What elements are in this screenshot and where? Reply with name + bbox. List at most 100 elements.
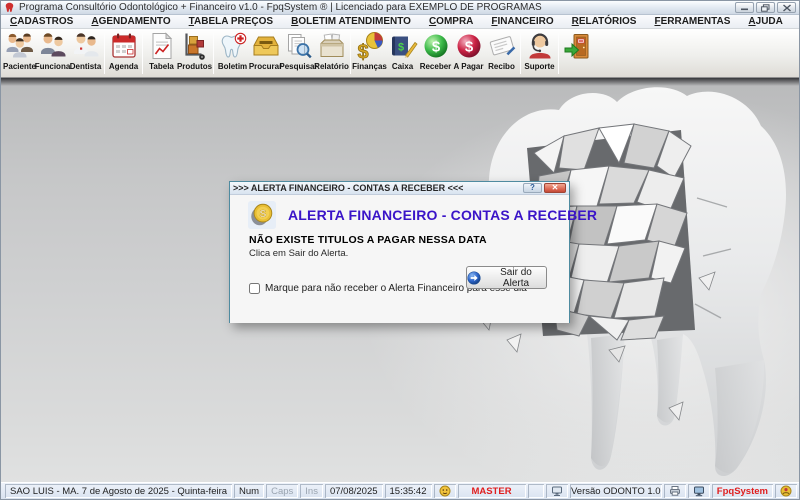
menu-agendamento[interactable]: AGENDAMENTO [82,15,179,28]
toolbar-button-produtos[interactable]: Produtos [178,30,211,77]
toolbar-button-dentista[interactable]: Dentista [69,30,102,77]
toolbar-button-receber[interactable]: $ Receber [419,30,452,77]
price-table-icon [147,31,177,61]
status-time: 15:35:42 [385,484,432,498]
status-caps-lock: Caps [266,484,298,498]
status-cell [688,484,710,498]
toolbar-button-procurar[interactable]: Procurar [249,30,282,77]
toolbar-label: Funciona [35,62,71,71]
minimize-button[interactable] [735,2,754,13]
toolbar-button-pesquisar[interactable]: Pesquisar [282,30,315,77]
app-logo-icon [4,2,15,13]
alert-dialog: >>> ALERTA FINANCEIRO - CONTAS A RECEBER… [229,181,570,323]
toolbar-label: Produtos [177,62,212,71]
restore-button[interactable] [756,2,775,13]
toolbar-label: Procurar [249,62,282,71]
dialog-help-button[interactable]: ? [523,183,542,193]
toolbar-label: Tabela [149,62,174,71]
status-cell [664,484,686,498]
toolbar-label: Boletim [218,62,247,71]
status-spacer [528,484,544,498]
status-date: 07/08/2025 [325,484,383,498]
toolbar-label: Dentista [70,62,102,71]
alert-heading: ALERTA FINANCEIRO - CONTAS A RECEBER [288,207,597,223]
dialog-close-button[interactable]: ✕ [544,183,566,193]
menu-relatorios[interactable]: RELATÓRIOS [563,15,646,28]
toolbar-label: Relatório [314,62,349,71]
menu-financeiro[interactable]: FINANCEIRO [482,15,562,28]
toolbar-label: Finanças [352,62,387,71]
suppress-alert-checkbox[interactable] [249,283,260,294]
toolbar-separator [104,33,105,74]
toolbar-separator [520,33,521,74]
calendar-icon [109,31,139,61]
toolbar-separator [558,33,559,74]
toolbar-separator [213,33,214,74]
folder-tray-icon [251,31,281,61]
products-trolley-icon [180,31,210,61]
toolbar-button-funciona[interactable]: Funciona [36,30,69,77]
toolbar-button-a-pagar[interactable]: $ A Pagar [452,30,485,77]
toolbar-button-caixa[interactable]: $ Caixa [386,30,419,77]
toolbar-button-agenda[interactable]: Agenda [107,30,140,77]
menu-tabela-precos[interactable]: TABELA PREÇOS [180,15,282,28]
status-num-lock: Num [234,484,264,498]
svg-text:S: S [260,209,267,220]
window-title: Programa Consultório Odontológico + Fina… [19,1,733,14]
svg-text:$: $ [431,39,440,56]
finance-pie-icon: $ [355,31,385,61]
titlebar: Programa Consultório Odontológico + Fina… [1,1,799,15]
menu-ajuda[interactable]: AJUDA [739,15,791,28]
toolbar-button-financas[interactable]: $ Finanças [353,30,386,77]
toolbar-label: Agenda [109,62,138,71]
menu-cadastros[interactable]: CADASTROS [1,15,82,28]
cashbook-icon: $ [388,31,418,61]
toolbar-button-boletim[interactable]: Boletim [216,30,249,77]
sair-do-alerta-button[interactable]: Sair do Alerta [466,266,547,289]
toolbar-button-exit[interactable] [561,30,594,77]
status-cell [434,484,456,498]
status-cell [546,484,568,498]
close-button[interactable] [777,2,796,13]
toolbar-label: Suporte [524,62,554,71]
status-cell [775,484,797,498]
report-box-icon [317,31,347,61]
toolbar: Paciente Funciona Dentista [1,29,799,78]
blue-arrow-icon [467,271,481,285]
tooth-cross-icon [218,31,248,61]
pay-red-dollar-icon: $ [454,31,484,61]
alert-hint: Clica em Sair do Alerta. [249,248,348,259]
menu-ferramentas[interactable]: FERRAMENTAS [645,15,739,28]
dentists-icon [71,31,101,61]
status-location-date: SAO LUIS - MA. 7 de Agosto de 2025 - Qui… [5,484,232,498]
alert-dialog-titlebar[interactable]: >>> ALERTA FINANCEIRO - CONTAS A RECEBER… [230,182,569,195]
sair-do-alerta-label: Sair do Alerta [486,267,546,289]
search-pages-icon [284,31,314,61]
status-bar: SAO LUIS - MA. 7 de Agosto de 2025 - Qui… [1,482,799,499]
status-brand: FpqSystem [712,484,773,498]
toolbar-button-paciente[interactable]: Paciente [3,30,36,77]
toolbar-label: Recibo [488,62,515,71]
printer-icon [669,485,681,497]
toolbar-button-tabela[interactable]: Tabela [145,30,178,77]
support-headset-icon [525,31,555,61]
svg-text:$: $ [397,42,403,54]
status-insert: Ins [300,484,323,498]
staff-icon [38,31,68,61]
toolbar-separator [142,33,143,74]
menu-compra[interactable]: COMPRA [420,15,482,28]
alert-dialog-body: S ALERTA FINANCEIRO - CONTAS A RECEBER N… [230,195,569,323]
toolbar-button-suporte[interactable]: Suporte [523,30,556,77]
app-window: Programa Consultório Odontológico + Fina… [0,0,800,500]
receipt-icon [487,31,517,61]
svg-text:$: $ [464,39,473,56]
monitor-icon [693,485,705,497]
menu-boletim-atendimento[interactable]: BOLETIM ATENDIMENTO [282,15,420,28]
toolbar-separator [350,33,351,74]
toolbar-button-recibo[interactable]: Recibo [485,30,518,77]
gold-coin-icon: S [248,201,276,229]
toolbar-button-relatorio[interactable]: Relatório [315,30,348,77]
workspace-background: >>> ALERTA FINANCEIRO - CONTAS A RECEBER… [1,78,799,482]
toolbar-label: A Pagar [454,62,484,71]
receive-green-dollar-icon: $ [421,31,451,61]
